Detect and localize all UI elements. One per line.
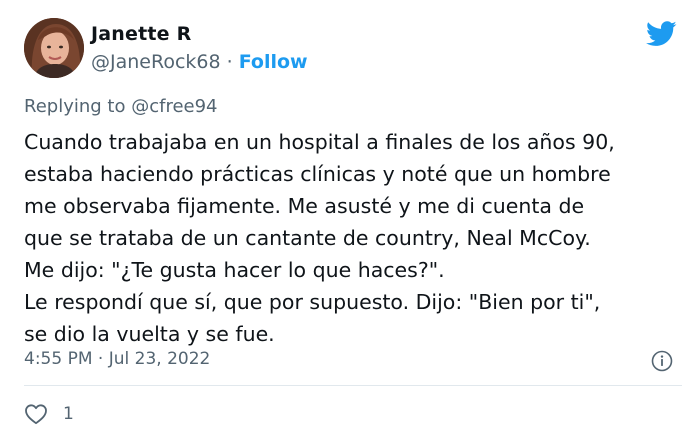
avatar-image — [24, 18, 84, 78]
follow-button[interactable]: Follow — [239, 51, 308, 73]
tweet-line: se dio la vuelta y se fue. — [24, 322, 275, 346]
divider — [24, 385, 682, 386]
tweet-line: que se trataba de un cantante de country… — [24, 226, 591, 250]
tweet-line: me observaba fijamente. Me asusté y me d… — [24, 194, 585, 218]
display-name[interactable]: Janette R — [91, 23, 191, 45]
handle-row: @JaneRock68 · Follow — [91, 51, 308, 73]
timestamp[interactable]: 4:55 PM · Jul 23, 2022 — [24, 349, 210, 369]
tweet-line: estaba haciendo prácticas clínicas y not… — [24, 162, 611, 186]
like-count: 1 — [63, 404, 74, 424]
separator-dot: · — [226, 51, 233, 73]
tweet-text: Cuando trabajaba en un hospital a finale… — [24, 126, 694, 350]
like-button[interactable]: 1 — [24, 402, 74, 426]
heart-icon — [25, 404, 47, 425]
reply-context: Replying to @cfree94 — [24, 96, 218, 117]
info-icon-svg — [651, 350, 673, 372]
handle[interactable]: @JaneRock68 — [91, 51, 221, 73]
reply-mention[interactable]: @cfree94 — [131, 96, 217, 117]
tweet-line: Cuando trabajaba en un hospital a finale… — [24, 130, 615, 154]
tweet-line: Me dijo: "¿Te gusta hacer lo que haces?"… — [24, 258, 445, 282]
twitter-bird-icon[interactable] — [646, 21, 677, 47]
tweet-line: Le respondí que sí, que por supuesto. Di… — [24, 290, 601, 314]
tweet-card: Janette R @JaneRock68 · Follow Replying … — [0, 0, 700, 441]
avatar[interactable] — [24, 18, 84, 78]
reply-prefix: Replying to — [24, 96, 126, 117]
twitter-bird-icon-svg — [646, 21, 677, 46]
info-icon[interactable] — [651, 350, 673, 372]
